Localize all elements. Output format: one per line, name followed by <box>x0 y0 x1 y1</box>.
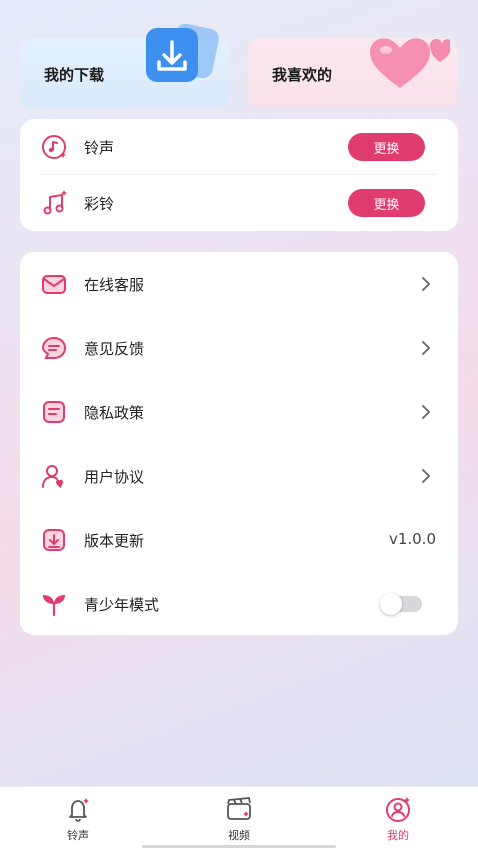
settings-menu: 在线客服 意见反馈 隐私政策 用户协议 版本更新 v1.0.0 青少年模式 <box>20 252 458 635</box>
change-color-ringtone-button[interactable]: 更换 <box>348 189 425 217</box>
ringtone-card: 铃声 更换 彩铃 更换 <box>20 119 458 231</box>
ringtone-label: 铃声 <box>84 138 115 157</box>
tab-label: 铃声 <box>67 829 89 842</box>
toggle-knob <box>380 593 402 615</box>
teen-mode-toggle[interactable] <box>380 593 422 615</box>
menu-item-version-update[interactable]: 版本更新 v1.0.0 <box>20 508 458 572</box>
home-indicator <box>142 845 336 848</box>
heart-icon <box>370 38 450 88</box>
music-note-icon <box>43 190 67 215</box>
menu-item-label: 版本更新 <box>84 532 145 550</box>
mail-icon <box>42 275 66 294</box>
menu-item-label: 在线客服 <box>84 276 145 294</box>
sprout-icon <box>43 595 65 617</box>
user-circle-icon <box>386 797 410 822</box>
tab-ringtone[interactable]: 铃声 <box>38 787 118 850</box>
my-downloads-label: 我的下载 <box>44 66 105 84</box>
top-cards: 我的下载 我喜欢的 <box>20 24 458 108</box>
change-ringtone-button[interactable]: 更换 <box>348 133 425 161</box>
color-ringtone-row[interactable]: 彩铃 更换 <box>20 175 458 231</box>
bottom-tab-bar: 铃声 视频 我的 <box>0 786 478 850</box>
my-favorites-label: 我喜欢的 <box>272 66 333 84</box>
menu-item-label: 青少年模式 <box>84 596 160 614</box>
user-heart-icon <box>42 465 63 488</box>
chat-bubble-icon <box>41 336 67 359</box>
tab-label: 视频 <box>228 829 250 842</box>
menu-item-label: 意见反馈 <box>84 340 145 358</box>
music-disc-icon <box>42 135 66 159</box>
chevron-right-icon <box>422 405 430 419</box>
menu-item-online-service[interactable]: 在线客服 <box>20 252 458 316</box>
color-ringtone-label: 彩铃 <box>84 194 115 213</box>
menu-item-user-agreement[interactable]: 用户协议 <box>20 444 458 508</box>
chevron-right-icon <box>422 469 430 483</box>
menu-item-privacy-policy[interactable]: 隐私政策 <box>20 380 458 444</box>
version-number: v1.0.0 <box>388 530 436 548</box>
menu-item-label: 隐私政策 <box>84 404 145 422</box>
menu-item-feedback[interactable]: 意见反馈 <box>20 316 458 380</box>
download-icon <box>146 24 219 82</box>
my-downloads-card[interactable]: 我的下载 <box>20 24 230 108</box>
ringtone-row[interactable]: 铃声 更换 <box>20 119 458 175</box>
clapperboard-icon <box>227 797 251 820</box>
menu-item-label: 用户协议 <box>84 468 145 486</box>
bell-icon <box>69 798 89 822</box>
chevron-right-icon <box>422 341 430 355</box>
my-favorites-card[interactable]: 我喜欢的 <box>248 38 458 108</box>
tab-mine[interactable]: 我的 <box>358 787 438 850</box>
menu-item-teen-mode: 青少年模式 <box>20 572 458 636</box>
chevron-right-icon <box>422 277 430 291</box>
tab-label: 我的 <box>387 829 409 842</box>
document-icon <box>43 401 65 423</box>
tab-video[interactable]: 视频 <box>199 787 279 850</box>
update-download-icon <box>43 529 65 551</box>
